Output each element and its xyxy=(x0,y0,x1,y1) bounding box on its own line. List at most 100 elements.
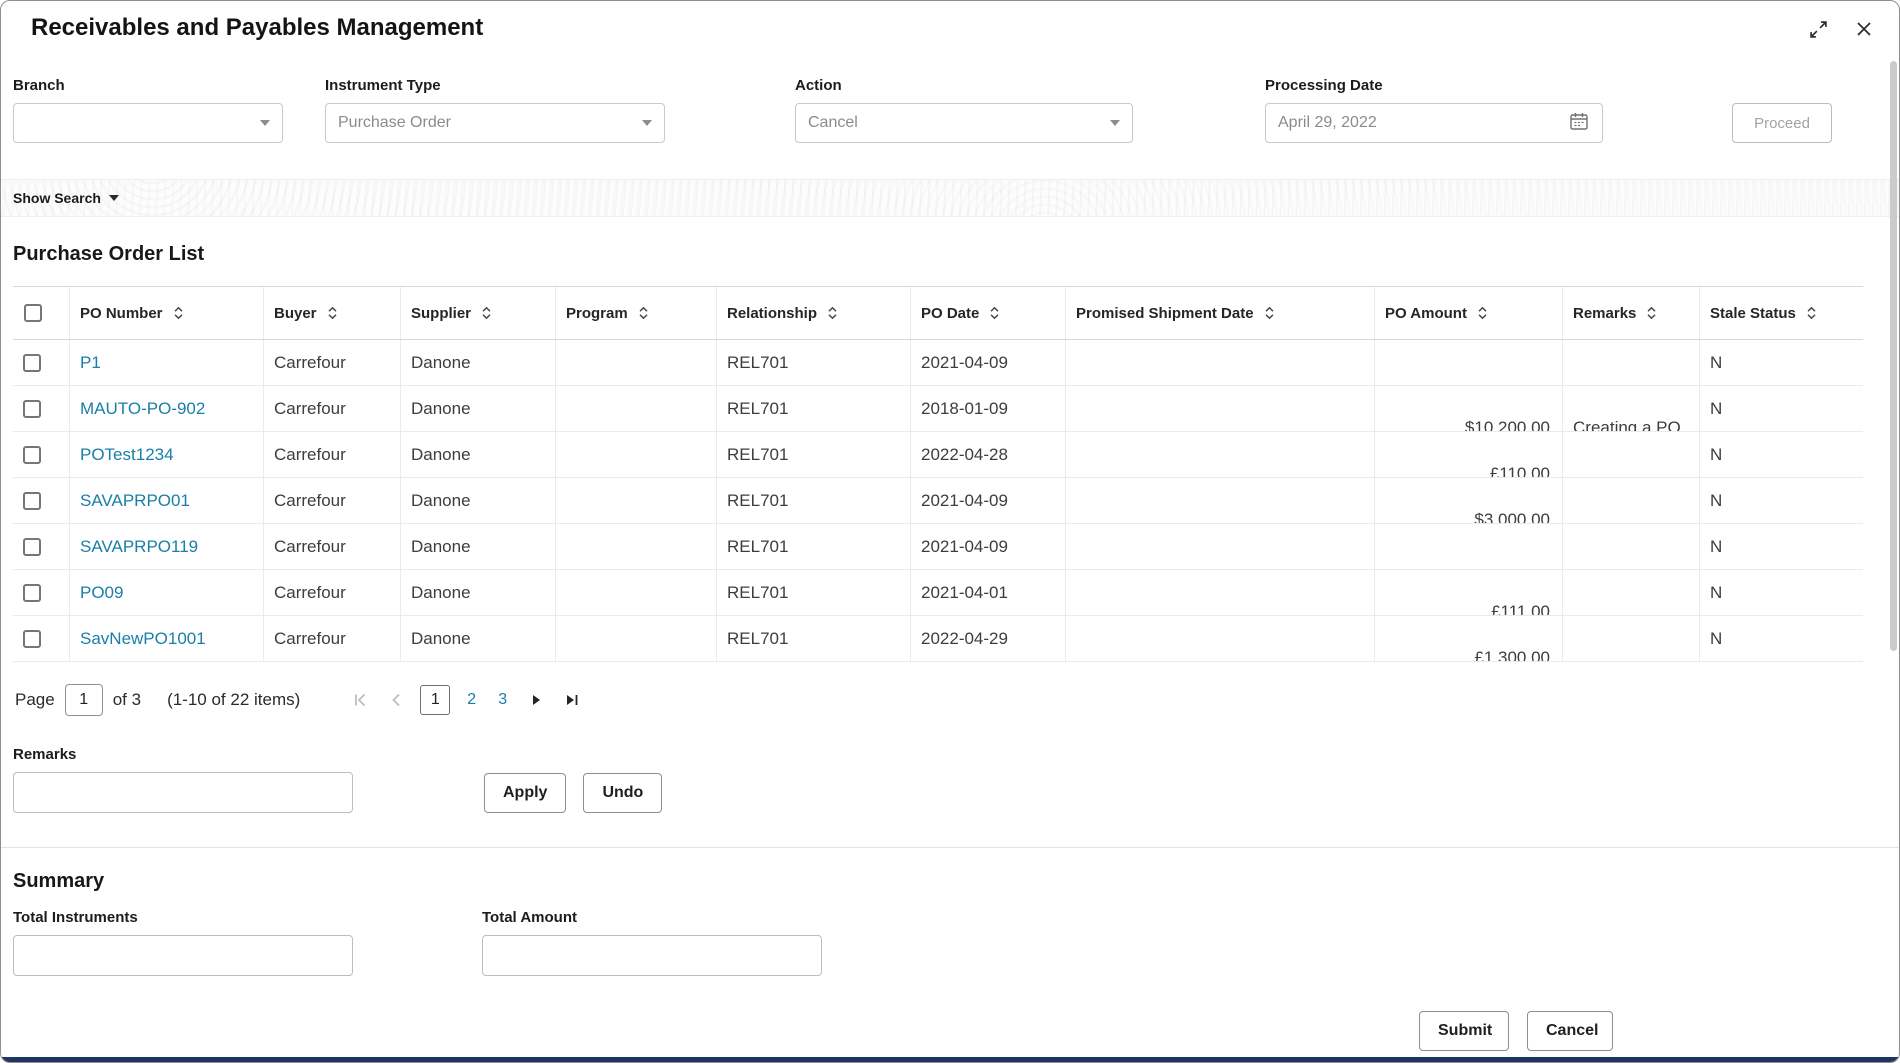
column-header[interactable]: Promised Shipment Date xyxy=(1066,287,1375,339)
column-header[interactable]: PO Amount xyxy=(1375,287,1563,339)
row-checkbox[interactable] xyxy=(23,630,41,648)
row-checkbox[interactable] xyxy=(23,400,41,418)
last-page-icon[interactable] xyxy=(554,685,590,715)
sort-icon[interactable] xyxy=(327,305,338,321)
apply-button[interactable]: Apply xyxy=(484,773,566,813)
po-number-link[interactable]: SavNewPO1001 xyxy=(80,629,206,649)
po-number-link[interactable]: MAUTO-PO-902 xyxy=(80,399,205,419)
cell-value: Danone xyxy=(411,537,471,557)
table-row: PO09CarrefourDanoneREL7012021-04-01£111.… xyxy=(13,570,1863,616)
po-date-cell: 2018-01-09 xyxy=(911,386,1066,431)
promised-date-cell xyxy=(1066,478,1375,523)
remarks-input[interactable] xyxy=(13,772,353,813)
column-header[interactable]: Stale Status xyxy=(1700,287,1863,339)
row-checkbox[interactable] xyxy=(23,354,41,372)
remarks-cell xyxy=(1563,432,1700,477)
po-number-link[interactable]: SAVAPRPO119 xyxy=(80,537,198,557)
branch-select[interactable] xyxy=(13,103,283,143)
instrument-type-select[interactable]: Purchase Order xyxy=(325,103,665,143)
po-number-link[interactable]: POTest1234 xyxy=(80,445,174,465)
show-search-toggle[interactable]: Show Search xyxy=(13,190,119,206)
total-instruments-label: Total Instruments xyxy=(13,909,353,926)
sort-icon[interactable] xyxy=(1646,305,1657,321)
sort-icon[interactable] xyxy=(638,305,649,321)
sort-icon[interactable] xyxy=(827,305,838,321)
chevron-down-icon xyxy=(642,120,652,126)
po-number-link[interactable]: PO09 xyxy=(80,583,123,603)
po-number-link[interactable]: P1 xyxy=(80,353,101,373)
page-number-current[interactable]: 1 xyxy=(420,685,450,715)
remarks-cell: Creating a PO xyxy=(1563,386,1700,431)
close-icon[interactable] xyxy=(1854,19,1874,39)
total-amount-input[interactable] xyxy=(482,935,822,976)
next-page-icon[interactable] xyxy=(518,685,554,715)
undo-button[interactable]: Undo xyxy=(583,773,662,813)
previous-page-icon[interactable] xyxy=(378,685,414,715)
column-header[interactable]: Buyer xyxy=(264,287,401,339)
row-checkbox[interactable] xyxy=(23,538,41,556)
column-header[interactable]: Remarks xyxy=(1563,287,1700,339)
row-checkbox[interactable] xyxy=(23,492,41,510)
column-header[interactable]: PO Date xyxy=(911,287,1066,339)
table-row: MAUTO-PO-902CarrefourDanoneREL7012018-01… xyxy=(13,386,1863,432)
column-header[interactable]: Supplier xyxy=(401,287,556,339)
branch-label: Branch xyxy=(13,77,283,94)
po-date-cell: 2022-04-29 xyxy=(911,616,1066,661)
cell-value: Danone xyxy=(411,399,471,419)
program-cell xyxy=(556,432,717,477)
supplier-cell: Danone xyxy=(401,478,556,523)
page-input[interactable] xyxy=(65,684,103,716)
cancel-button[interactable]: Cancel xyxy=(1527,1011,1613,1051)
processing-date-input[interactable]: April 29, 2022 xyxy=(1265,103,1603,143)
chevron-down-icon xyxy=(1110,120,1120,126)
action-select[interactable]: Cancel xyxy=(795,103,1133,143)
stale-status-cell: N xyxy=(1700,570,1863,615)
sort-icon[interactable] xyxy=(1477,305,1488,321)
summary-section: Summary Total Instruments Total Amount xyxy=(1,870,1899,976)
total-instruments-input[interactable] xyxy=(13,935,353,976)
program-cell xyxy=(556,616,717,661)
show-search-label: Show Search xyxy=(13,190,101,206)
column-header[interactable]: PO Number xyxy=(70,287,264,339)
submit-button[interactable]: Submit xyxy=(1419,1011,1509,1051)
buyer-cell: Carrefour xyxy=(264,616,401,661)
resize-icon[interactable] xyxy=(1808,19,1828,39)
sort-icon[interactable] xyxy=(989,305,1000,321)
vertical-scrollbar[interactable] xyxy=(1890,61,1897,651)
cell-value: 2022-04-28 xyxy=(921,445,1008,465)
proceed-button[interactable]: Proceed xyxy=(1732,103,1832,143)
branch-filter: Branch xyxy=(13,77,283,143)
stale-status-cell: N xyxy=(1700,386,1863,431)
row-checkbox[interactable] xyxy=(23,446,41,464)
cell-value: N xyxy=(1710,399,1722,419)
calendar-icon[interactable] xyxy=(1568,110,1590,137)
column-label: Relationship xyxy=(727,305,817,322)
first-page-icon[interactable] xyxy=(342,685,378,715)
sort-icon[interactable] xyxy=(173,305,184,321)
row-select-cell xyxy=(13,386,70,431)
column-header[interactable]: Relationship xyxy=(717,287,911,339)
row-checkbox[interactable] xyxy=(23,584,41,602)
buyer-cell: Carrefour xyxy=(264,432,401,477)
summary-title: Summary xyxy=(13,870,1899,893)
program-cell xyxy=(556,386,717,431)
sort-icon[interactable] xyxy=(481,305,492,321)
supplier-cell: Danone xyxy=(401,616,556,661)
select-all-checkbox[interactable] xyxy=(24,304,42,322)
column-header[interactable]: Program xyxy=(556,287,717,339)
po-number-link[interactable]: SAVAPRPO01 xyxy=(80,491,190,511)
cell-value: Danone xyxy=(411,583,471,603)
footer-actions: Submit Cancel xyxy=(1419,1011,1613,1051)
po-date-cell: 2021-04-09 xyxy=(911,340,1066,385)
sort-icon[interactable] xyxy=(1806,305,1817,321)
total-amount-group: Total Amount xyxy=(482,909,822,976)
program-cell xyxy=(556,340,717,385)
po-number-cell: MAUTO-PO-902 xyxy=(70,386,264,431)
processing-date-label: Processing Date xyxy=(1265,77,1603,94)
po-date-cell: 2021-04-01 xyxy=(911,570,1066,615)
page-number-link[interactable]: 2 xyxy=(467,691,476,708)
relationship-cell: REL701 xyxy=(717,616,911,661)
cell-value: 2022-04-29 xyxy=(921,629,1008,649)
page-number-link[interactable]: 3 xyxy=(498,691,507,708)
sort-icon[interactable] xyxy=(1264,305,1275,321)
